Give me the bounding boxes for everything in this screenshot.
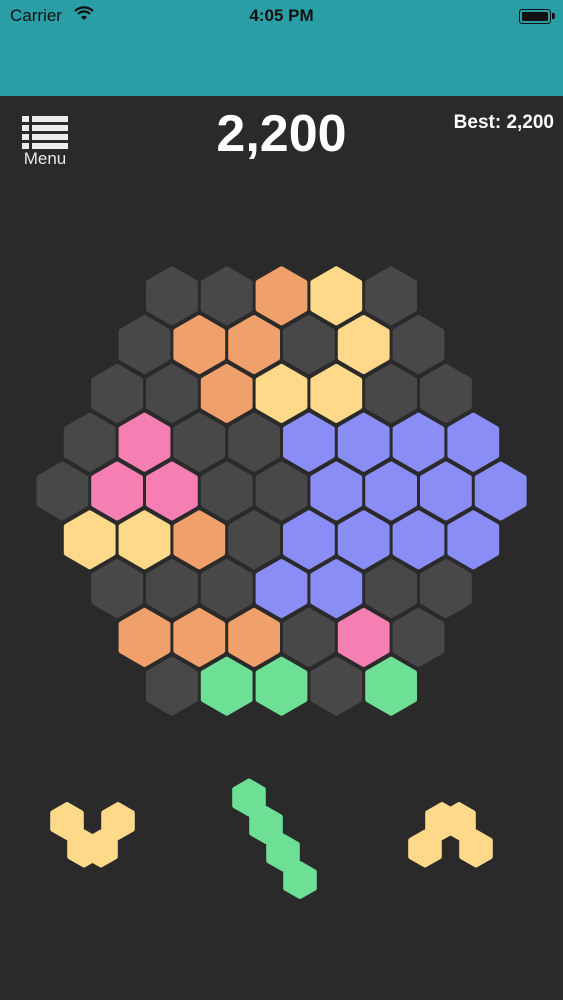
game-board[interactable] [0, 0, 563, 1000]
board-cell-6-4[interactable] [310, 559, 363, 619]
board-cell-5-3[interactable] [228, 510, 280, 570]
board-cell-4-3[interactable] [200, 461, 253, 521]
board-cell-7-2[interactable] [228, 607, 280, 667]
board-cell-1-1[interactable] [173, 315, 226, 375]
board-cell-3-6[interactable] [392, 412, 445, 472]
board-cell-5-7[interactable] [447, 510, 500, 570]
board-cell-3-3[interactable] [228, 412, 280, 472]
board-cell-4-0[interactable] [36, 461, 89, 521]
piece-yellow-w-cell-0[interactable] [50, 802, 84, 840]
board-cell-8-3[interactable] [310, 656, 363, 716]
board-cell-2-4[interactable] [310, 363, 363, 423]
board-cell-5-5[interactable] [337, 510, 390, 570]
board-cell-7-1[interactable] [173, 607, 226, 667]
board-cell-0-4[interactable] [365, 266, 417, 326]
board-cell-7-5[interactable] [392, 607, 445, 667]
board-cell-6-3[interactable] [255, 559, 308, 619]
board-cell-3-1[interactable] [118, 412, 171, 472]
board-cell-2-0[interactable] [91, 363, 143, 423]
board-cell-6-2[interactable] [200, 559, 253, 619]
board-cell-8-4[interactable] [365, 656, 417, 716]
board-cell-8-2[interactable] [255, 656, 308, 716]
piece-green-diagonal-cell-1[interactable] [266, 833, 300, 872]
piece-green-diagonal-cell-0[interactable] [283, 861, 317, 899]
board-cell-5-1[interactable] [118, 510, 171, 570]
board-cell-4-4[interactable] [255, 461, 308, 521]
piece-yellow-arch-cell-3[interactable] [459, 829, 493, 868]
board-cell-1-4[interactable] [337, 315, 390, 375]
board-cell-2-3[interactable] [255, 363, 308, 423]
board-cell-5-0[interactable] [63, 510, 116, 570]
board-cell-4-7[interactable] [420, 461, 472, 521]
board-cell-2-6[interactable] [420, 363, 472, 423]
board-cell-1-0[interactable] [118, 315, 171, 375]
board-cell-6-5[interactable] [365, 559, 417, 619]
board-cell-0-2[interactable] [255, 266, 308, 326]
piece-green-diagonal-cell-2[interactable] [249, 806, 283, 844]
board-cell-2-2[interactable] [200, 363, 253, 423]
board-cell-3-0[interactable] [63, 412, 116, 472]
piece-yellow-w-cell-3[interactable] [101, 802, 135, 840]
board-cell-4-6[interactable] [365, 461, 417, 521]
board-cell-6-6[interactable] [420, 559, 472, 619]
piece-yellow-arch-cell-2[interactable] [442, 802, 476, 840]
board-cell-0-0[interactable] [146, 266, 198, 326]
board-cell-3-5[interactable] [337, 412, 390, 472]
board-cell-4-5[interactable] [310, 461, 363, 521]
piece-yellow-w-cell-2[interactable] [84, 829, 118, 868]
board-cell-1-5[interactable] [392, 315, 445, 375]
board-cell-4-2[interactable] [146, 461, 198, 521]
board-cell-5-6[interactable] [392, 510, 445, 570]
board-cell-3-2[interactable] [173, 412, 226, 472]
board-cell-5-2[interactable] [173, 510, 226, 570]
board-cell-0-3[interactable] [310, 266, 363, 326]
board-cell-2-1[interactable] [146, 363, 198, 423]
board-cell-6-1[interactable] [146, 559, 198, 619]
board-cell-5-4[interactable] [283, 510, 335, 570]
board-cell-8-1[interactable] [200, 656, 253, 716]
board-cell-2-5[interactable] [365, 363, 417, 423]
board-cell-7-4[interactable] [337, 607, 390, 667]
board-cell-4-8[interactable] [474, 461, 527, 521]
board-cell-7-0[interactable] [118, 607, 171, 667]
board-cell-8-0[interactable] [146, 656, 198, 716]
piece-green-diagonal-cell-3[interactable] [232, 778, 266, 817]
board-cell-4-1[interactable] [91, 461, 143, 521]
board-cell-6-0[interactable] [91, 559, 143, 619]
board-cell-7-3[interactable] [283, 607, 335, 667]
board-cell-1-2[interactable] [228, 315, 280, 375]
board-cell-1-3[interactable] [283, 315, 335, 375]
piece-yellow-arch-cell-0[interactable] [408, 829, 442, 868]
board-cell-3-7[interactable] [447, 412, 500, 472]
board-cell-0-1[interactable] [200, 266, 253, 326]
board-cell-3-4[interactable] [283, 412, 335, 472]
